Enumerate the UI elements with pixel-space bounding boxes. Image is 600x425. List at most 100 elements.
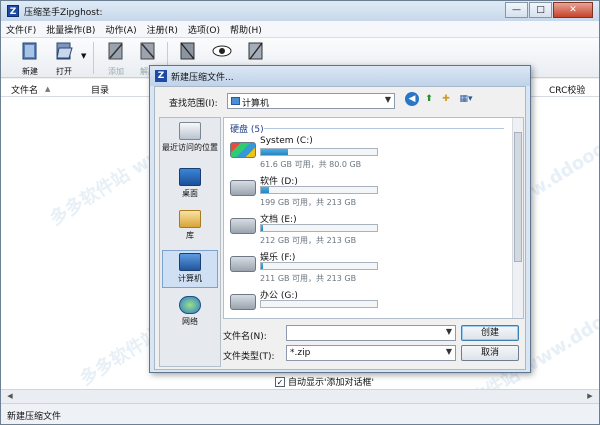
place-label: 网络 bbox=[182, 317, 198, 326]
drive-usage-fill bbox=[261, 149, 288, 155]
computer-icon bbox=[231, 97, 240, 105]
status-text: 新建压缩文件 bbox=[7, 412, 62, 422]
new-archive-dialog: Z 新建压缩文件... 查找范围(I): 计算机 ▼ ◀ ⬆ ✚ ▦▾ 最近访问… bbox=[149, 65, 531, 388]
filetype-dropdown[interactable]: *.zip ▼ bbox=[286, 345, 456, 361]
chevron-down-icon: ▼ bbox=[384, 95, 391, 104]
app-icon: Z bbox=[7, 5, 19, 17]
auto-show-checkbox[interactable]: ✓ bbox=[275, 376, 285, 387]
drive-name: System (C:) bbox=[260, 136, 313, 146]
drive-item[interactable]: 办公 (G:) bbox=[230, 288, 510, 318]
place-libraries[interactable]: 库 bbox=[162, 210, 218, 241]
status-bar: 新建压缩文件 bbox=[1, 403, 599, 424]
group-divider bbox=[264, 128, 504, 129]
menu-bar: 文件(F) 批量操作(B) 动作(A) 注册(R) 选项(O) 帮助(H) bbox=[1, 21, 599, 38]
drive-size: 211 GB 可用，共 213 GB bbox=[260, 274, 357, 283]
place-label: 桌面 bbox=[182, 189, 198, 198]
lookin-value: 计算机 bbox=[242, 99, 270, 109]
nav-toolbar: ◀ ⬆ ✚ ▦▾ bbox=[405, 92, 479, 106]
new-label: 新建 bbox=[22, 67, 38, 76]
scroll-right-icon[interactable]: ▶ bbox=[583, 391, 597, 402]
sort-arrow-icon: ▲ bbox=[45, 85, 51, 93]
new-button[interactable]: 新建 bbox=[15, 40, 45, 77]
lookin-dropdown[interactable]: 计算机 ▼ bbox=[227, 93, 395, 109]
place-network[interactable]: 网络 bbox=[162, 296, 218, 327]
dialog-title-bar: Z 新建压缩文件... bbox=[150, 66, 530, 86]
places-bar: 最近访问的位置 桌面 库 计算机 网络 bbox=[159, 117, 221, 367]
drive-usage-fill bbox=[261, 225, 264, 231]
drive-usage-bar bbox=[260, 186, 378, 194]
column-crc[interactable]: CRC校验 bbox=[549, 83, 585, 96]
place-label: 库 bbox=[186, 231, 194, 240]
dialog-body: 查找范围(I): 计算机 ▼ ◀ ⬆ ✚ ▦▾ 最近访问的位置 桌面 库 计算机… bbox=[154, 86, 526, 388]
minimize-button[interactable]: — bbox=[505, 2, 528, 18]
windows-drive-icon bbox=[230, 142, 256, 158]
scroll-left-icon[interactable]: ◀ bbox=[3, 391, 17, 402]
hard-drive-icon bbox=[230, 218, 256, 234]
filename-input[interactable]: ▼ bbox=[286, 325, 456, 341]
scroll-thumb[interactable] bbox=[514, 132, 522, 262]
chevron-down-icon[interactable]: ▼ bbox=[446, 327, 452, 336]
menu-batch[interactable]: 批量操作(B) bbox=[41, 23, 100, 36]
network-icon bbox=[179, 296, 201, 314]
create-button[interactable]: 创建 bbox=[461, 325, 519, 341]
drive-item[interactable]: 娱乐 (F:) 211 GB 可用，共 213 GB bbox=[230, 250, 510, 288]
eye-icon bbox=[212, 45, 232, 57]
filetype-label: 文件类型(T): bbox=[223, 352, 275, 362]
add-label: 添加 bbox=[108, 67, 124, 76]
open-dropdown-icon[interactable]: ▼ bbox=[81, 52, 86, 60]
dialog-title: 新建压缩文件... bbox=[171, 72, 234, 83]
column-directory[interactable]: 目录 bbox=[91, 83, 109, 96]
lookin-label: 查找范围(I): bbox=[169, 99, 218, 109]
window-title: 压缩圣手Zipghost: bbox=[24, 7, 103, 18]
add-button[interactable]: 添加 bbox=[101, 40, 131, 77]
column-filename[interactable]: 文件名 bbox=[11, 83, 38, 96]
drive-size: 199 GB 可用，共 213 GB bbox=[260, 198, 357, 207]
menu-options[interactable]: 选项(O) bbox=[183, 23, 225, 36]
menu-register[interactable]: 注册(R) bbox=[142, 23, 183, 36]
drive-usage-bar bbox=[260, 148, 378, 156]
vertical-scrollbar[interactable] bbox=[512, 118, 523, 318]
view-menu-icon[interactable]: ▦▾ bbox=[456, 92, 476, 106]
auto-show-label: 自动显示'添加对话框' bbox=[288, 378, 374, 388]
group-header[interactable]: 硬盘 (5) bbox=[230, 122, 264, 135]
drive-usage-bar bbox=[260, 300, 378, 308]
drive-item[interactable]: 文档 (E:) 212 GB 可用，共 213 GB bbox=[230, 212, 510, 250]
close-button[interactable]: ✕ bbox=[553, 2, 593, 18]
auto-show-add-option[interactable]: ✓ 自动显示'添加对话框' bbox=[275, 375, 374, 388]
menu-action[interactable]: 动作(A) bbox=[100, 23, 141, 36]
up-folder-icon[interactable]: ⬆ bbox=[422, 92, 436, 106]
drive-item[interactable]: System (C:) 61.6 GB 可用，共 80.0 GB bbox=[230, 136, 510, 174]
filetype-value: *.zip bbox=[290, 348, 311, 358]
maximize-button[interactable]: □ bbox=[529, 2, 552, 18]
drive-usage-fill bbox=[261, 263, 264, 269]
window-controls: — □ ✕ bbox=[504, 2, 593, 18]
open-label: 打开 bbox=[56, 67, 72, 76]
new-folder-icon[interactable]: ✚ bbox=[439, 92, 453, 106]
place-computer[interactable]: 计算机 bbox=[162, 250, 218, 288]
menu-file[interactable]: 文件(F) bbox=[1, 23, 41, 36]
drive-list[interactable]: 硬盘 (5) System (C:) 61.6 GB 可用，共 80.0 GB … bbox=[223, 117, 524, 319]
view-button[interactable] bbox=[207, 40, 237, 65]
hard-drive-icon bbox=[230, 294, 256, 310]
menu-help[interactable]: 帮助(H) bbox=[225, 23, 267, 36]
open-archive-icon bbox=[56, 42, 73, 60]
hard-drive-icon bbox=[230, 180, 256, 196]
drive-item[interactable]: 软件 (D:) 199 GB 可用，共 213 GB bbox=[230, 174, 510, 212]
archive-properties-icon bbox=[248, 42, 263, 60]
place-label: 计算机 bbox=[178, 274, 202, 283]
filename-label: 文件名(N): bbox=[223, 332, 267, 342]
back-icon[interactable]: ◀ bbox=[405, 92, 419, 106]
drive-usage-fill bbox=[261, 187, 270, 193]
place-desktop[interactable]: 桌面 bbox=[162, 168, 218, 199]
open-button[interactable]: 打开 bbox=[49, 40, 79, 77]
test-button[interactable] bbox=[173, 40, 203, 65]
horizontal-scrollbar[interactable]: ◀ ▶ bbox=[1, 389, 599, 403]
place-recent[interactable]: 最近访问的位置 bbox=[162, 122, 218, 153]
place-label: 最近访问的位置 bbox=[162, 143, 218, 152]
test-archive-icon bbox=[180, 42, 195, 60]
cancel-button[interactable]: 取消 bbox=[461, 345, 519, 361]
properties-button[interactable] bbox=[241, 40, 271, 65]
new-archive-icon bbox=[22, 42, 37, 60]
dialog-app-icon: Z bbox=[155, 70, 167, 82]
title-bar: Z 压缩圣手Zipghost: — □ ✕ bbox=[1, 1, 599, 21]
